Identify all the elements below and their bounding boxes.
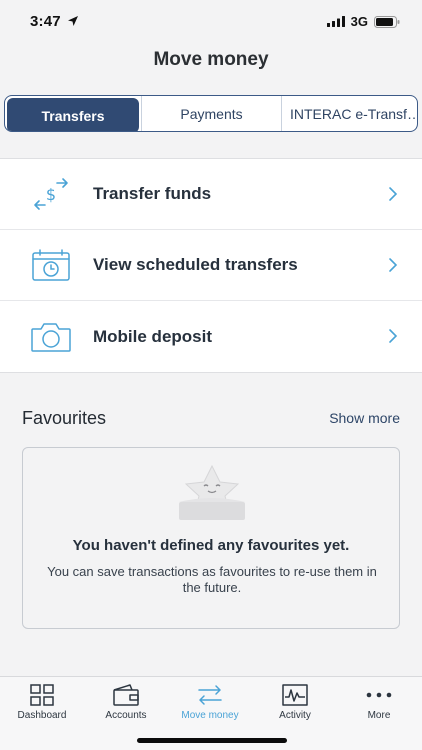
tab-interac-etransfer[interactable]: INTERAC e-Transf… bbox=[281, 96, 417, 131]
chevron-right-icon bbox=[389, 187, 398, 201]
wallet-icon bbox=[112, 683, 140, 707]
tab-dashboard[interactable]: Dashboard bbox=[0, 677, 84, 723]
activity-chart-icon bbox=[282, 683, 308, 707]
tab-transfers[interactable]: Transfers bbox=[7, 98, 139, 131]
segmented-control: Transfers Payments INTERAC e-Transf… bbox=[4, 95, 418, 132]
menu-item-mobile-deposit[interactable]: Mobile deposit bbox=[0, 301, 422, 372]
tab-move-money[interactable]: Move money bbox=[168, 677, 252, 723]
location-arrow-icon bbox=[68, 16, 79, 26]
home-indicator[interactable] bbox=[137, 738, 287, 743]
menu-item-label: View scheduled transfers bbox=[93, 255, 298, 274]
battery-icon bbox=[374, 15, 400, 28]
show-more-link[interactable]: Show more bbox=[329, 410, 400, 426]
tab-label: Accounts bbox=[105, 710, 147, 721]
tab-payments[interactable]: Payments bbox=[141, 96, 281, 131]
chevron-right-icon bbox=[389, 258, 398, 272]
dashboard-icon bbox=[30, 683, 54, 707]
tab-more[interactable]: More bbox=[337, 677, 421, 723]
status-time-text: 3:47 bbox=[30, 13, 61, 30]
move-money-menu: $ Transfer funds View scheduled transfer… bbox=[0, 158, 422, 373]
menu-item-view-scheduled-transfers[interactable]: View scheduled transfers bbox=[0, 230, 422, 301]
empty-favourites-description: You can save transactions as favourites … bbox=[47, 564, 377, 595]
menu-item-transfer-funds[interactable]: $ Transfer funds bbox=[0, 159, 422, 230]
status-time: 3:47 bbox=[30, 13, 79, 30]
empty-star-illustration bbox=[177, 464, 247, 522]
tab-activity[interactable]: Activity bbox=[253, 677, 337, 723]
chevron-right-icon bbox=[389, 329, 398, 343]
more-dots-icon bbox=[366, 683, 392, 707]
favourites-empty-card: You haven't defined any favourites yet. … bbox=[22, 447, 400, 629]
calendar-clock-icon bbox=[28, 245, 74, 285]
tab-label: Dashboard bbox=[17, 710, 67, 721]
signal-bars-icon bbox=[326, 16, 345, 27]
tab-accounts[interactable]: Accounts bbox=[84, 677, 168, 723]
status-indicators: 3G bbox=[326, 14, 400, 29]
status-bar: 3:47 3G bbox=[0, 0, 422, 44]
menu-item-label: Transfer funds bbox=[93, 184, 212, 203]
page-title: Move money bbox=[153, 49, 269, 70]
empty-favourites-title: You haven't defined any favourites yet. bbox=[72, 537, 350, 554]
svg-text:$: $ bbox=[46, 185, 56, 204]
network-type: 3G bbox=[350, 14, 368, 29]
transfer-dollar-icon: $ bbox=[28, 174, 74, 214]
transfer-arrows-icon bbox=[196, 683, 224, 707]
tab-label: More bbox=[367, 710, 391, 721]
tab-label: Move money bbox=[181, 710, 239, 721]
menu-item-label: Mobile deposit bbox=[93, 326, 212, 346]
tab-label: Activity bbox=[279, 710, 311, 721]
favourites-heading: Favourites bbox=[22, 408, 107, 428]
camera-icon bbox=[28, 317, 74, 357]
